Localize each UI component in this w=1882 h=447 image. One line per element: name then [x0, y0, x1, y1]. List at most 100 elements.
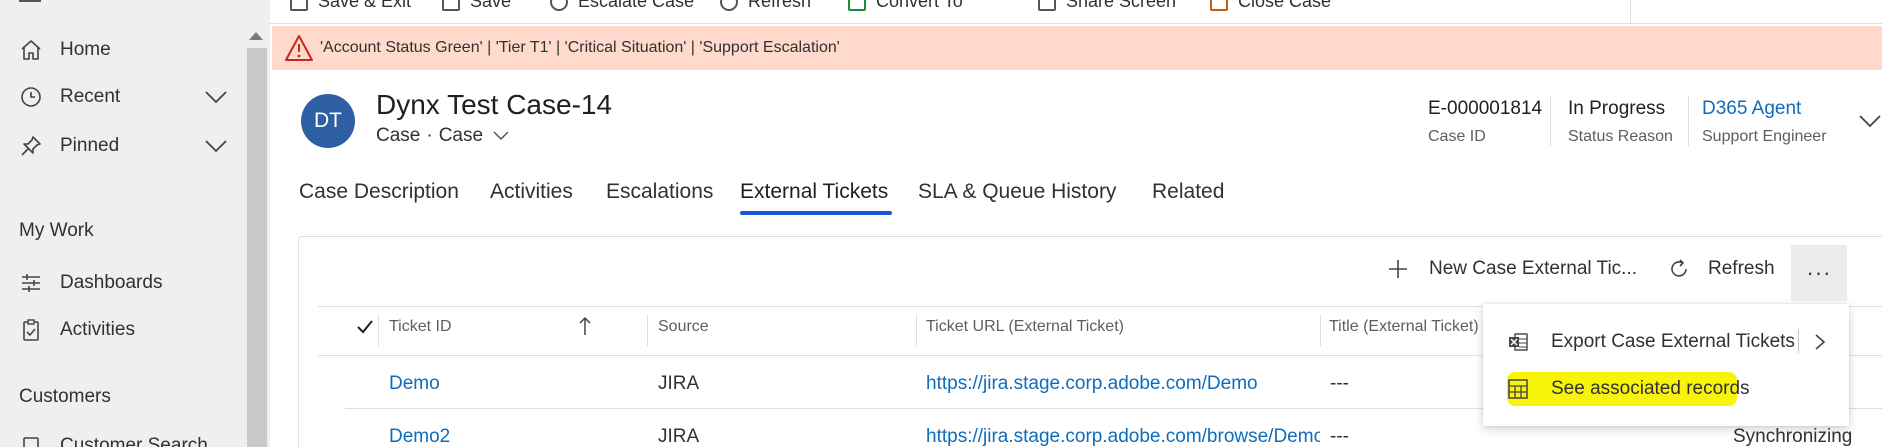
case-id-value: E-000001814 — [1428, 98, 1543, 119]
save-icon — [442, 0, 460, 11]
row1-url-link[interactable]: https://jira.stage.corp.adobe.com/Demo — [926, 373, 1320, 395]
row2-url-link[interactable]: https://jira.stage.corp.adobe.com/browse… — [926, 426, 1320, 447]
button-label: Save & Exit — [318, 0, 412, 11]
section-title-customers: Customers — [19, 386, 111, 407]
save-icon — [290, 0, 308, 11]
column-header-title[interactable]: Title (External Ticket) — [1329, 318, 1479, 336]
clock-icon — [21, 87, 41, 107]
button-label: Share Screen — [1066, 0, 1177, 11]
sidebar-item-customer-search[interactable]: Customer Search — [0, 424, 250, 447]
menu-item-label: Export Case External Tickets — [1551, 331, 1795, 352]
tab-sla-queue-history[interactable]: SLA & Queue History — [918, 180, 1116, 204]
more-commands-button[interactable]: ··· — [1791, 245, 1847, 301]
toolbar-divider — [1630, 0, 1631, 23]
sort-ascending-arrow-icon[interactable] — [578, 316, 592, 336]
header-field-status-reason: In Progress Status Reason — [1568, 98, 1673, 146]
sidebar-item-activities[interactable]: Activities — [0, 308, 250, 352]
row2-title: --- — [1330, 426, 1349, 447]
share-screen-icon — [1038, 0, 1056, 11]
convert-icon — [848, 0, 866, 11]
scroll-up-arrow-icon[interactable] — [249, 32, 263, 40]
more-commands-flyout: Export Case External Tickets See associa… — [1483, 304, 1849, 426]
row1-ticket-id-link[interactable]: Demo — [389, 373, 440, 395]
sidebar-item-pinned[interactable]: Pinned — [0, 124, 250, 168]
sidebar-item-label: Activities — [60, 319, 135, 340]
row1-source: JIRA — [658, 373, 700, 394]
close-case-icon — [1210, 0, 1228, 11]
button-label: Refresh — [748, 0, 812, 11]
sidebar-item-recent[interactable]: Recent — [0, 75, 250, 119]
plus-icon — [1389, 260, 1407, 278]
associated-grid-icon — [1508, 379, 1528, 399]
column-header-ticket-url[interactable]: Ticket URL (External Ticket) — [926, 318, 1124, 336]
tab-activities[interactable]: Activities — [490, 180, 573, 204]
new-case-external-ticket-button[interactable]: New Case External Tic... — [1387, 258, 1637, 280]
refresh-button[interactable]: Refresh — [720, 0, 811, 12]
chevron-down-icon[interactable] — [204, 139, 228, 153]
tab-case-description[interactable]: Case Description — [299, 180, 459, 204]
dashboard-icon — [22, 274, 40, 292]
sidebar-item-dashboards[interactable]: Dashboards — [0, 261, 250, 305]
column-header-source[interactable]: Source — [658, 318, 709, 336]
warning-icon — [285, 35, 313, 61]
see-associated-records-item[interactable]: See associated records — [1483, 366, 1849, 412]
pin-icon — [21, 136, 41, 156]
sidebar-item-label: Dashboards — [60, 272, 163, 293]
tab-escalations[interactable]: Escalations — [606, 180, 713, 204]
home-icon — [21, 40, 41, 60]
select-all-checkmark-icon[interactable] — [356, 318, 374, 336]
header-field-case-id: E-000001814 Case ID — [1428, 98, 1542, 146]
refresh-icon — [720, 0, 738, 11]
header-field-support-engineer: D365 Agent Support Engineer — [1702, 98, 1827, 146]
sidebar-item-home[interactable]: Home — [0, 28, 250, 72]
expand-header-chevron-icon[interactable] — [1858, 114, 1882, 128]
button-label: Convert To — [876, 0, 963, 11]
status-reason-label: Status Reason — [1568, 128, 1673, 145]
close-case-button[interactable]: Close Case — [1210, 0, 1331, 12]
clipboard-icon — [23, 319, 39, 341]
column-divider — [647, 314, 648, 346]
convert-to-button[interactable]: Convert To — [848, 0, 963, 12]
record-subtitle: Case · Case — [376, 125, 509, 147]
submenu-divider — [1798, 329, 1799, 353]
grid-refresh-button[interactable]: Refresh — [1668, 258, 1775, 280]
form-selector[interactable]: Case — [439, 125, 483, 147]
sidebar-item-label: Recent — [60, 86, 121, 107]
row1-title: --- — [1330, 373, 1349, 394]
subtitle-separator: · — [426, 125, 433, 146]
active-tab-indicator — [740, 211, 892, 215]
tab-external-tickets[interactable]: External Tickets — [740, 180, 888, 204]
search-icon — [23, 437, 39, 447]
share-screen-button[interactable]: Share Screen — [1038, 0, 1176, 12]
case-id-label: Case ID — [1428, 128, 1486, 145]
button-label: Refresh — [1708, 258, 1775, 279]
button-label: Save — [470, 0, 512, 11]
sidebar: Home Recent Pinned My Work Dashboards Ac… — [0, 0, 270, 447]
sidebar-item-label: Pinned — [60, 135, 120, 156]
status-reason-value: In Progress — [1568, 98, 1666, 119]
column-divider — [916, 314, 917, 346]
escalate-case-button[interactable]: Escalate Case — [550, 0, 694, 12]
notification-banner: 'Account Status Green' | 'Tier T1' | 'Cr… — [272, 26, 1882, 70]
button-label: New Case External Tic... — [1429, 258, 1638, 279]
scrollbar-thumb[interactable] — [247, 48, 267, 447]
save-and-exit-button[interactable]: Save & Exit — [290, 0, 411, 12]
support-engineer-label: Support Engineer — [1702, 128, 1827, 145]
tab-related[interactable]: Related — [1152, 180, 1224, 204]
hamburger-icon[interactable] — [19, 0, 41, 2]
save-button[interactable]: Save — [442, 0, 511, 12]
export-case-external-tickets-item[interactable]: Export Case External Tickets — [1483, 319, 1849, 365]
record-title: Dynx Test Case-14 — [376, 89, 613, 120]
avatar: DT — [301, 94, 355, 148]
row2-ticket-id-link[interactable]: Demo2 — [389, 426, 450, 447]
header-divider — [1550, 96, 1551, 146]
column-header-ticket-id[interactable]: Ticket ID — [389, 318, 452, 336]
chevron-down-icon[interactable] — [204, 90, 228, 104]
menu-item-label: See associated records — [1551, 378, 1750, 399]
support-engineer-link[interactable]: D365 Agent — [1702, 98, 1827, 120]
button-label: Close Case — [1238, 0, 1332, 11]
column-divider — [378, 314, 379, 346]
row2-sync-status: Synchronizing — [1733, 426, 1853, 447]
chevron-right-icon[interactable] — [1814, 333, 1826, 351]
chevron-down-icon[interactable] — [493, 131, 509, 141]
